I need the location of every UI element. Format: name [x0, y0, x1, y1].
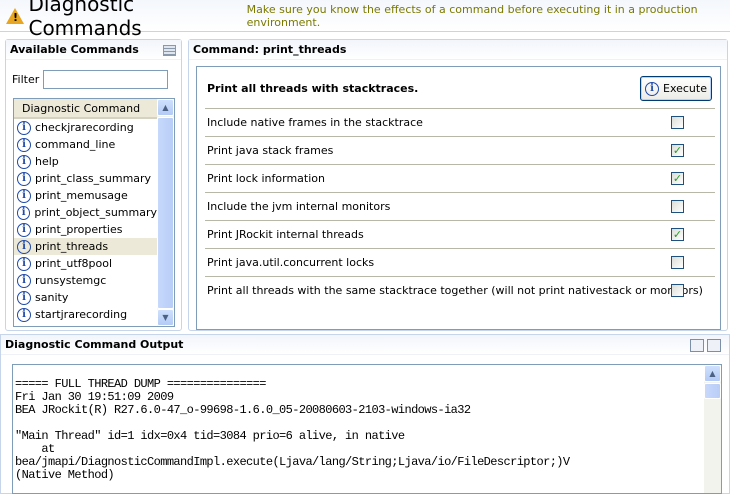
output-text: ===== FULL THREAD DUMP =============== F…: [15, 377, 570, 482]
command-options-box: Print all threads with stacktraces. i Exe…: [196, 66, 721, 330]
command-label: runsystemgc: [35, 274, 107, 287]
option-row: Print all threads with the same stacktra…: [205, 276, 715, 304]
command-item-help[interactable]: i help: [14, 153, 157, 170]
option-label: Print java.util.concurrent locks: [207, 256, 375, 269]
execute-button[interactable]: i Execute: [640, 76, 712, 101]
list-scrollbar[interactable]: ▲ ▼: [157, 99, 174, 326]
option-checkbox[interactable]: [671, 284, 684, 297]
command-item-checkjrarecording[interactable]: i checkjrarecording: [14, 119, 157, 136]
column-header-diagnostic-command[interactable]: Diagnostic Command: [14, 99, 157, 119]
option-label: Print all threads with the same stacktra…: [207, 284, 703, 297]
command-item-print-threads[interactable]: i print_threads: [14, 238, 157, 255]
command-item-print-utf8pool[interactable]: i print_utf8pool: [14, 255, 157, 272]
command-label: print_threads: [35, 240, 109, 253]
option-row: Print lock information ✓: [205, 164, 715, 192]
copy-output-icon[interactable]: [707, 339, 721, 352]
option-checkbox[interactable]: ✓: [671, 144, 684, 157]
available-commands-title: Available Commands: [10, 43, 139, 56]
execute-label: Execute: [663, 82, 707, 95]
scroll-thumb[interactable]: [157, 117, 174, 309]
command-label: print_utf8pool: [35, 257, 112, 270]
option-label: Include native frames in the stacktrace: [207, 116, 423, 129]
command-label: help: [35, 155, 59, 168]
page-header: Diagnostic Commands Make sure you know t…: [0, 0, 730, 40]
info-icon: i: [645, 81, 659, 96]
info-icon: i: [17, 205, 31, 220]
option-row: Include native frames in the stacktrace: [205, 108, 715, 136]
table-view-icon[interactable]: [163, 45, 176, 56]
command-item-print-properties[interactable]: i print_properties: [14, 221, 157, 238]
command-label: checkjrarecording: [35, 121, 134, 134]
info-icon: i: [17, 120, 31, 135]
filter-input[interactable]: [43, 70, 168, 89]
command-item-print-class-summary[interactable]: i print_class_summary: [14, 170, 157, 187]
scroll-down-button[interactable]: ▼: [157, 309, 174, 326]
info-icon: i: [17, 154, 31, 169]
panel-title: Available Commands: [6, 40, 181, 60]
command-description: Print all threads with stacktraces.: [207, 82, 419, 95]
command-label: print_memusage: [35, 189, 128, 202]
command-label: print_properties: [35, 223, 123, 236]
scroll-thumb[interactable]: [704, 383, 721, 399]
option-checkbox[interactable]: [671, 116, 684, 129]
command-item-runsystemgc[interactable]: i runsystemgc: [14, 272, 157, 289]
command-title: Command: print_threads: [189, 40, 727, 60]
command-label: startjrarecording: [35, 308, 128, 321]
info-icon: i: [17, 171, 31, 186]
command-item-print-object-summary[interactable]: i print_object_summary: [14, 204, 157, 221]
info-icon: i: [17, 137, 31, 152]
output-text-area[interactable]: ===== FULL THREAD DUMP =============== F…: [12, 364, 722, 494]
option-row: Print java.util.concurrent locks: [205, 248, 715, 276]
command-label: command_line: [35, 138, 116, 151]
command-item-sanity[interactable]: i sanity: [14, 289, 157, 306]
info-icon: i: [17, 222, 31, 237]
option-checkbox[interactable]: [671, 256, 684, 269]
command-label: sanity: [35, 291, 69, 304]
option-row: Include the jvm internal monitors: [205, 192, 715, 220]
option-checkbox[interactable]: [671, 200, 684, 213]
option-checkbox[interactable]: ✓: [671, 172, 684, 185]
command-item-startjrarecording[interactable]: i startjrarecording: [14, 306, 157, 323]
info-icon: i: [17, 290, 31, 305]
warning-message: Make sure you know the effects of a comm…: [246, 2, 698, 29]
command-label: print_object_summary: [34, 206, 157, 219]
info-icon: i: [17, 256, 31, 271]
output-scrollbar[interactable]: ▲: [704, 365, 721, 493]
option-label: Print lock information: [207, 172, 325, 185]
option-checkbox[interactable]: ✓: [671, 228, 684, 241]
scroll-up-button[interactable]: ▲: [704, 365, 721, 382]
option-label: Include the jvm internal monitors: [207, 200, 391, 213]
info-icon: i: [17, 273, 31, 288]
info-icon: i: [17, 307, 31, 322]
filter-label: Filter: [12, 73, 40, 86]
page-title: Diagnostic Commands: [28, 0, 142, 40]
clear-output-icon[interactable]: [690, 339, 704, 352]
info-icon: i: [17, 239, 31, 254]
option-label: Print java stack frames: [207, 144, 334, 157]
warning-icon: [6, 7, 25, 24]
option-row: Print JRockit internal threads ✓: [205, 220, 715, 248]
info-icon: i: [17, 188, 31, 203]
scroll-up-button[interactable]: ▲: [157, 99, 174, 116]
output-title: Diagnostic Command Output: [1, 335, 729, 355]
option-label: Print JRockit internal threads: [207, 228, 364, 241]
command-label: print_class_summary: [35, 172, 152, 185]
option-row: Print java stack frames ✓: [205, 136, 715, 164]
command-list[interactable]: Diagnostic Command i checkjrarecording i co…: [13, 98, 175, 327]
command-item-command-line[interactable]: i command_line: [14, 136, 157, 153]
command-item-print-memusage[interactable]: i print_memusage: [14, 187, 157, 204]
